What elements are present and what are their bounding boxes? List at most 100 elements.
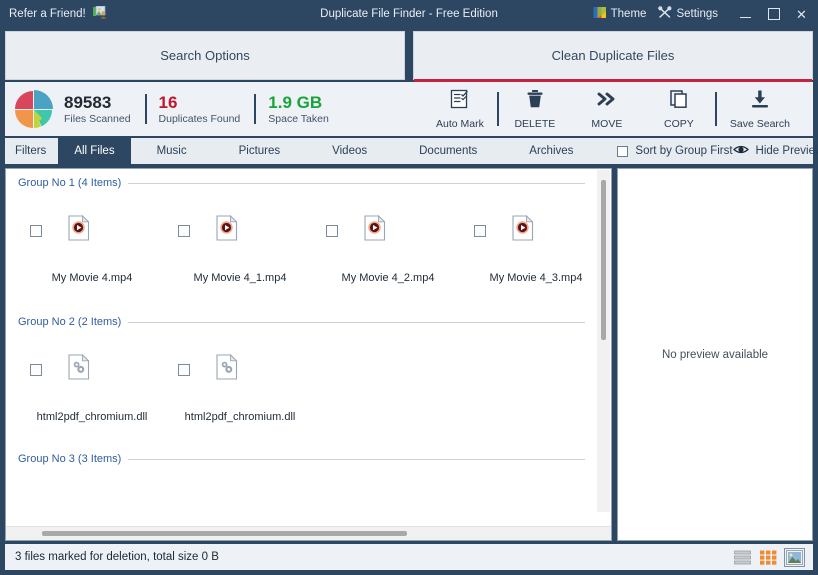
duplicates-found-value: 16 <box>158 92 178 112</box>
sort-by-group-first-checkbox[interactable]: Sort by Group First <box>617 145 733 157</box>
pie-chart-icon <box>13 89 53 129</box>
file-name: html2pdf_chromium.dll <box>36 411 148 423</box>
file-checkbox[interactable] <box>474 224 486 237</box>
view-mode-switcher <box>734 547 805 567</box>
file-name: My Movie 4_2.mp4 <box>341 272 435 284</box>
theme-label: Theme <box>610 8 647 20</box>
filter-chip-music[interactable]: Music <box>131 138 213 164</box>
close-icon[interactable]: ✕ <box>794 7 809 22</box>
move-button[interactable]: MOVE <box>571 89 643 130</box>
action-toolbar: Auto Mark DELETE MOVE COPY Save Search <box>423 82 803 136</box>
thumbnail-view-icon[interactable] <box>784 547 805 567</box>
refer-a-friend-label: Refer a Friend! <box>9 8 86 20</box>
filter-bar: Filters All Files Music Pictures Videos … <box>5 138 818 164</box>
preview-message: No preview available <box>661 348 769 361</box>
space-taken-label: Space Taken <box>268 113 329 126</box>
horizontal-scrollbar-thumb[interactable] <box>42 531 407 536</box>
horizontal-scrollbar[interactable] <box>6 526 611 540</box>
list-item[interactable]: My Movie 4_2.mp4 <box>314 214 462 284</box>
filter-chip-archives-label: Archives <box>529 145 574 157</box>
filter-chip-music-label: Music <box>156 145 187 157</box>
delete-label: DELETE <box>514 117 556 130</box>
vertical-scrollbar[interactable] <box>597 170 610 512</box>
vertical-scrollbar-thumb[interactable] <box>601 180 606 340</box>
files-scanned-label: Files Scanned <box>64 113 131 126</box>
copy-button[interactable]: COPY <box>643 89 715 130</box>
file-checkbox[interactable] <box>178 363 190 376</box>
list-item[interactable]: My Movie 4_1.mp4 <box>166 214 314 284</box>
list-item-row <box>18 214 166 246</box>
group-title: Group No 1 (4 Items) <box>18 177 122 189</box>
maximize-icon[interactable] <box>766 7 781 22</box>
save-search-button[interactable]: Save Search <box>717 89 803 130</box>
divider <box>144 94 147 124</box>
file-checkbox[interactable] <box>30 363 42 376</box>
filter-chip-all-files[interactable]: All Files <box>58 138 131 164</box>
list-item-row <box>462 214 610 246</box>
duplicates-found-label: Duplicates Found <box>158 113 241 126</box>
filter-chip-videos[interactable]: Videos <box>306 138 393 164</box>
main-tabs: Search Options Clean Duplicate Files <box>0 28 818 82</box>
list-item[interactable]: html2pdf_chromium.dll <box>18 353 166 423</box>
list-item[interactable]: My Movie 4_3.mp4 <box>462 214 610 284</box>
file-checkbox[interactable] <box>326 224 338 237</box>
file-name: My Movie 4_1.mp4 <box>193 272 287 284</box>
download-icon <box>749 89 771 114</box>
tab-clean-duplicate-files-label: Clean Duplicate Files <box>551 48 675 63</box>
title-bar: Refer a Friend! Duplicate File Finder - … <box>0 0 818 28</box>
video-file-icon <box>364 214 386 246</box>
group-header: Group No 2 (2 Items) <box>18 308 593 328</box>
minimize-icon[interactable] <box>738 7 753 22</box>
filter-chip-pictures[interactable]: Pictures <box>213 138 307 164</box>
grid-view-icon[interactable] <box>760 550 777 565</box>
tab-search-options[interactable]: Search Options <box>5 31 405 80</box>
preview-panel: No preview available <box>617 168 813 541</box>
duplicate-list-scroll-area[interactable]: Group No 1 (4 Items) My Movie 4.mp4 My M… <box>6 169 611 526</box>
filter-chip-all-files-label: All Files <box>74 145 115 157</box>
filter-chip-archives[interactable]: Archives <box>503 138 599 164</box>
save-search-label: Save Search <box>729 117 790 130</box>
group-items: My Movie 4.mp4 My Movie 4_1.mp4 My Movie… <box>18 189 593 284</box>
list-item-row <box>314 214 462 246</box>
settings-label: Settings <box>676 8 718 20</box>
settings-button[interactable]: Settings <box>658 6 718 22</box>
filter-chip-documents[interactable]: Documents <box>393 138 503 164</box>
filter-chip-videos-label: Videos <box>332 145 368 157</box>
checkbox-box <box>617 145 629 157</box>
dll-file-icon <box>68 353 90 385</box>
file-group: Group No 3 (3 Items) <box>6 423 593 465</box>
file-group: Group No 1 (4 Items) My Movie 4.mp4 My M… <box>6 169 593 284</box>
space-taken-value: 1.9 GB <box>268 92 323 112</box>
list-item[interactable]: html2pdf_chromium.dll <box>166 353 314 423</box>
main-body: Group No 1 (4 Items) My Movie 4.mp4 My M… <box>0 164 818 544</box>
group-divider <box>128 458 585 460</box>
refer-a-friend-button[interactable]: Refer a Friend! <box>9 5 108 22</box>
hide-preview-button[interactable]: Hide Preview <box>732 144 818 158</box>
list-item-row <box>18 353 166 385</box>
list-view-icon[interactable] <box>734 550 751 565</box>
file-checkbox[interactable] <box>178 224 190 237</box>
move-label: MOVE <box>591 117 623 130</box>
theme-button[interactable]: Theme <box>593 6 647 22</box>
file-name: My Movie 4_3.mp4 <box>489 272 583 284</box>
auto-mark-label: Auto Mark <box>436 117 484 130</box>
list-item[interactable]: My Movie 4.mp4 <box>18 214 166 284</box>
video-file-icon <box>512 214 534 246</box>
auto-mark-button[interactable]: Auto Mark <box>423 89 497 130</box>
duplicate-list-panel: Group No 1 (4 Items) My Movie 4.mp4 My M… <box>5 168 612 541</box>
eye-icon <box>732 144 749 158</box>
status-bar: 3 files marked for deletion, total size … <box>5 544 813 570</box>
tab-clean-duplicate-files[interactable]: Clean Duplicate Files <box>413 31 813 82</box>
tab-search-options-label: Search Options <box>160 48 250 63</box>
gift-people-icon <box>92 5 108 22</box>
stat-duplicates-found: 16 Duplicates Found <box>159 93 255 126</box>
group-title: Group No 3 (3 Items) <box>18 453 122 465</box>
list-item-row <box>166 353 314 385</box>
palette-icon <box>593 6 607 22</box>
trash-icon <box>525 89 545 114</box>
group-header: Group No 3 (3 Items) <box>18 445 593 465</box>
application-window: Refer a Friend! Duplicate File Finder - … <box>0 0 818 575</box>
stats-toolbar: 89583 Files Scanned 16 Duplicates Found … <box>5 82 813 136</box>
delete-button[interactable]: DELETE <box>499 89 571 130</box>
file-checkbox[interactable] <box>30 224 42 237</box>
